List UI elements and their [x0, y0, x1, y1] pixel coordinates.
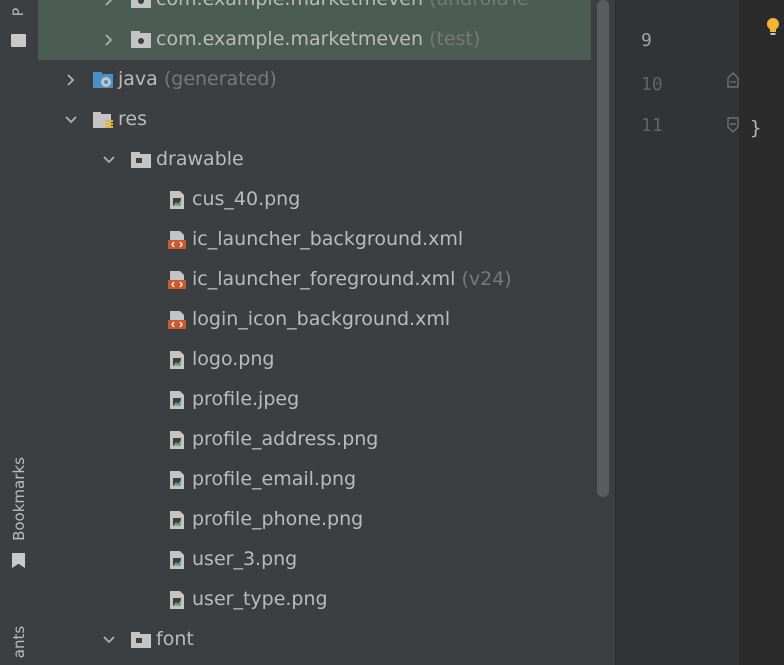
tree-row[interactable]: drawable	[38, 140, 591, 180]
xml-file-icon	[166, 310, 188, 330]
line-number: 9	[641, 30, 652, 51]
java-generated-folder-icon	[92, 70, 114, 90]
project-tree: com.example.marketmeven (androidTecom.ex…	[38, 0, 591, 665]
tree-row-label: res	[118, 108, 147, 130]
tree-row-label: login_icon_background.xml	[192, 308, 450, 330]
tree-row-name: user_type.png	[192, 588, 328, 610]
tree-row-suffix: (test)	[423, 28, 481, 50]
image-file-icon	[166, 510, 188, 530]
image-file-icon	[166, 470, 188, 490]
chevron-down-icon[interactable]	[100, 151, 118, 169]
image-file-icon	[166, 390, 188, 410]
chevron-right-icon[interactable]	[100, 0, 118, 9]
tree-row[interactable]: com.example.marketmeven (androidTe	[38, 0, 591, 20]
tree-row-name: logo.png	[192, 348, 275, 370]
tree-row[interactable]: logo.png	[38, 340, 591, 380]
variants-tool-label[interactable]: ants	[10, 626, 28, 658]
chevron-down-icon[interactable]	[62, 111, 80, 129]
bookmark-icon[interactable]	[12, 553, 25, 568]
tree-row-name: profile_address.png	[192, 428, 379, 450]
tree-row[interactable]: profile_phone.png	[38, 500, 591, 540]
tree-row-label: ic_launcher_background.xml	[192, 228, 463, 250]
tree-row[interactable]: com.example.marketmeven (test)	[38, 20, 591, 60]
folder-icon	[130, 630, 152, 650]
tree-row[interactable]: font	[38, 620, 591, 660]
tree-row[interactable]: java (generated)	[38, 60, 591, 100]
tree-row-name: drawable	[156, 148, 244, 170]
tree-row-label: font	[156, 628, 194, 650]
tree-row-label: cus_40.png	[192, 188, 300, 210]
tree-row-label: com.example.marketmeven (androidTe	[156, 0, 529, 10]
image-file-icon	[166, 350, 188, 370]
tree-row[interactable]: ic_launcher_background.xml	[38, 220, 591, 260]
chevron-right-icon[interactable]	[100, 31, 118, 49]
tree-row-name: user_3.png	[192, 548, 298, 570]
tree-row-suffix: (androidTe	[423, 0, 529, 10]
tree-row-name: font	[156, 628, 194, 650]
package-folder-icon	[130, 0, 152, 10]
image-file-icon	[166, 430, 188, 450]
tree-row-label: java (generated)	[118, 68, 277, 90]
resources-folder-icon	[92, 110, 114, 130]
tree-row[interactable]: cus_40.png	[38, 180, 591, 220]
tree-row-name: res	[118, 108, 147, 130]
line-number: 11	[641, 115, 663, 136]
tree-row-name: profile.jpeg	[192, 388, 300, 410]
chevron-down-icon[interactable]	[100, 631, 118, 649]
tree-row-name: profile_email.png	[192, 468, 357, 490]
tree-row-label: user_3.png	[192, 548, 297, 570]
tree-row-suffix: (v24)	[455, 268, 512, 290]
tree-row-label: com.example.marketmeven (test)	[156, 28, 480, 50]
tree-row[interactable]: user_3.png	[38, 540, 591, 580]
code-editor[interactable]	[739, 0, 784, 665]
line-number: 10	[641, 74, 663, 95]
tree-row-name: ic_launcher_foreground.xml	[192, 268, 456, 290]
folder-icon	[130, 150, 152, 170]
package-folder-icon	[130, 30, 152, 50]
tree-row[interactable]: profile.jpeg	[38, 380, 591, 420]
image-file-icon	[166, 550, 188, 570]
tree-scrollbar-thumb[interactable]	[597, 0, 609, 497]
tree-row-label: profile_email.png	[192, 468, 356, 490]
tree-row-label: profile.jpeg	[192, 388, 299, 410]
project-folder-icon[interactable]	[11, 34, 26, 47]
code-line-brace: }	[750, 117, 762, 139]
tree-row-label: logo.png	[192, 348, 274, 370]
bookmarks-tool-label[interactable]: Bookmarks	[10, 457, 28, 541]
tree-row[interactable]: ic_launcher_foreground.xml (v24)	[38, 260, 591, 300]
tree-row[interactable]: user_type.png	[38, 580, 591, 620]
tree-row[interactable]: res	[38, 100, 591, 140]
tree-row-label: ic_launcher_foreground.xml (v24)	[192, 268, 512, 290]
tree-row-name: login_icon_background.xml	[192, 308, 451, 330]
tree-row-name: com.example.marketmeven	[156, 28, 424, 50]
tree-row-name: com.example.marketmeven	[156, 0, 423, 10]
fold-icon[interactable]	[727, 72, 739, 88]
tree-row[interactable]: profile_email.png	[38, 460, 591, 500]
tree-row-name: ic_launcher_background.xml	[192, 228, 464, 250]
image-file-icon	[166, 590, 188, 610]
image-file-icon	[166, 190, 188, 210]
tree-row-name: java	[118, 68, 158, 90]
fold-icon[interactable]	[727, 117, 739, 133]
tree-row-label: drawable	[156, 148, 244, 170]
tree-row-label: profile_address.png	[192, 428, 378, 450]
editor-gutter: 9 10 11	[615, 0, 740, 665]
tree-row-name: profile_phone.png	[192, 508, 364, 530]
project-tool-label[interactable]: P	[11, 8, 27, 16]
tree-row-label: profile_phone.png	[192, 508, 363, 530]
xml-file-icon	[166, 270, 188, 290]
left-tool-strip: P Bookmarks ants	[0, 0, 39, 665]
xml-file-icon	[166, 230, 188, 250]
lightbulb-icon[interactable]	[766, 18, 780, 36]
tree-row-name: cus_40.png	[192, 188, 301, 210]
tree-row[interactable]: login_icon_background.xml	[38, 300, 591, 340]
tree-row-suffix: (generated)	[157, 68, 277, 90]
tree-row-label: user_type.png	[192, 588, 328, 610]
tree-row[interactable]: profile_address.png	[38, 420, 591, 460]
chevron-right-icon[interactable]	[62, 71, 80, 89]
